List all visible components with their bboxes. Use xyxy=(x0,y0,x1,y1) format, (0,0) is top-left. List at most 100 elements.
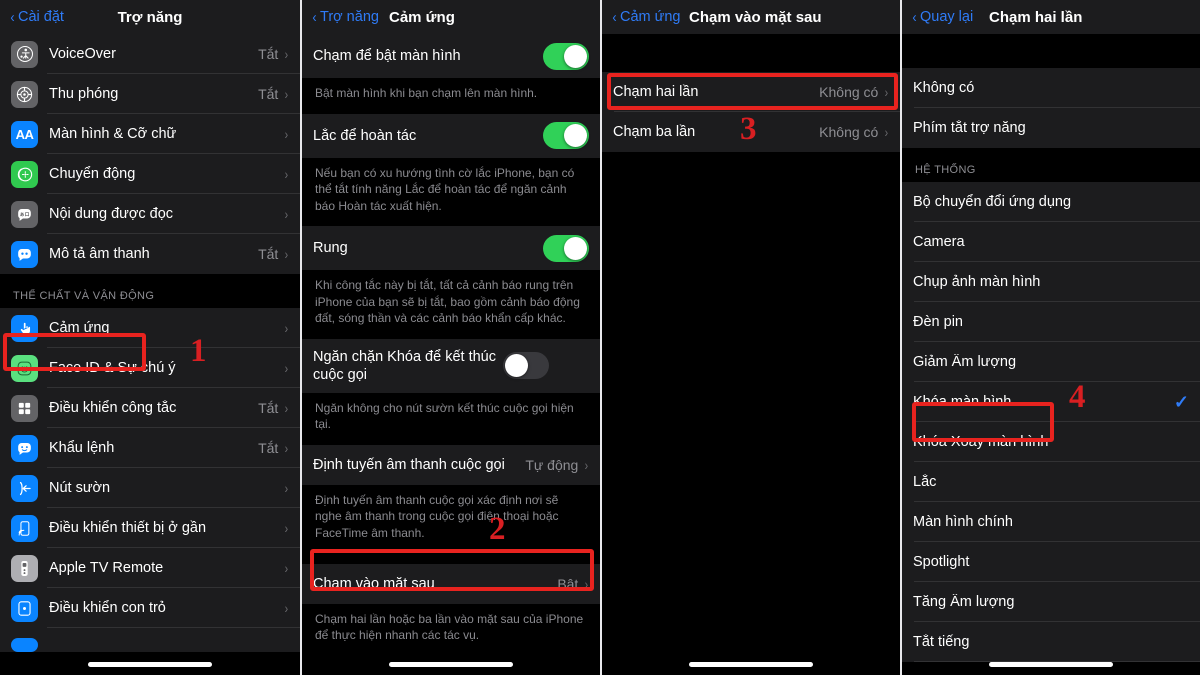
row-label: Khẩu lệnh xyxy=(49,440,115,456)
spoken-content-icon: ぁロ xyxy=(11,200,38,228)
row-back-tap[interactable]: Chạm vào mặt sau Bật › xyxy=(302,563,600,604)
chevron-right-icon: › xyxy=(284,600,289,616)
row-label: Mô tả âm thanh xyxy=(49,246,150,262)
row-label: Màn hình & Cỡ chữ xyxy=(49,126,177,142)
row-option-flashlight[interactable]: Đèn pin xyxy=(902,302,1200,342)
row-label: Đèn pin xyxy=(913,314,963,330)
prevent-lock-end-call-toggle[interactable] xyxy=(503,352,549,380)
footnote-prevent-lock-end-call: Ngăn không cho nút sườn kết thúc cuộc gọ… xyxy=(302,392,600,445)
touch-icon xyxy=(11,314,38,342)
row-label: Tăng Âm lượng xyxy=(913,594,1015,610)
row-option-spotlight[interactable]: Spotlight xyxy=(902,542,1200,582)
back-button-accessibility[interactable]: ‹ Trợ năng xyxy=(312,9,379,25)
back-button-label: Cảm ứng xyxy=(620,9,681,25)
screenshot-root: ‹ Cài đặt Trợ năng VoiceOver Tắt › Thu p… xyxy=(0,0,1200,675)
chevron-right-icon: › xyxy=(284,126,289,142)
row-option-volume-down[interactable]: Giảm Âm lượng xyxy=(902,342,1200,382)
footnote-call-audio-routing: Định tuyến âm thanh cuộc gọi xác định nơ… xyxy=(302,484,600,564)
row-value: Tắt xyxy=(258,440,279,456)
chevron-right-icon: › xyxy=(284,166,289,182)
row-value: Bật xyxy=(557,575,579,592)
step-number-2: 2 xyxy=(489,511,506,547)
shake-to-undo-toggle[interactable] xyxy=(543,122,589,150)
chevron-right-icon: › xyxy=(284,246,289,262)
chevron-right-icon: › xyxy=(884,84,889,100)
row-partial-next[interactable] xyxy=(0,628,300,652)
back-chevron-icon: ‹ xyxy=(10,8,15,26)
row-call-audio-routing[interactable]: Định tuyến âm thanh cuộc gọi Tự động › xyxy=(302,444,600,485)
navbar-back-tap: ‹ Cảm ứng Chạm vào mặt sau xyxy=(602,0,900,34)
row-option-volume-up[interactable]: Tăng Âm lượng xyxy=(902,582,1200,622)
row-label: Chụp ảnh màn hình xyxy=(913,274,1041,290)
row-label: Chạm để bật màn hình xyxy=(313,48,461,64)
back-button-label: Trợ năng xyxy=(320,9,379,25)
step-number-3: 3 xyxy=(740,111,757,147)
home-indicator xyxy=(88,662,212,667)
row-side-button[interactable]: Nút sườn › xyxy=(0,468,300,508)
row-option-none[interactable]: Không có xyxy=(902,68,1200,108)
navbar-double-tap: ‹ Quay lại Chạm hai lần xyxy=(902,0,1200,34)
back-button-label: Cài đặt xyxy=(18,9,64,25)
row-voice-control[interactable]: Khẩu lệnh Tắt › xyxy=(0,428,300,468)
page-title: Cảm ứng xyxy=(389,8,455,26)
home-indicator xyxy=(989,662,1113,667)
row-option-camera[interactable]: Camera xyxy=(902,222,1200,262)
row-faceid-attention[interactable]: Face ID & Sự chú ý › xyxy=(0,348,300,388)
switch-control-icon xyxy=(11,394,38,422)
row-label: Lắc để hoàn tác xyxy=(313,127,417,144)
row-option-shake[interactable]: Lắc xyxy=(902,462,1200,502)
toggle-knob xyxy=(564,124,587,148)
row-tap-to-wake[interactable]: Chạm để bật màn hình xyxy=(302,34,600,78)
back-button-settings[interactable]: ‹ Cài đặt xyxy=(10,9,64,25)
row-option-screenshot[interactable]: Chụp ảnh màn hình xyxy=(902,262,1200,302)
row-value: Không có xyxy=(819,84,879,100)
step-number-1: 1 xyxy=(190,333,207,369)
panel-double-tap: ‹ Quay lại Chạm hai lần Không có Phím tắ… xyxy=(900,0,1200,675)
footnote-tap-to-wake: Bật màn hình khi bạn chạm lên màn hình. xyxy=(302,78,600,114)
row-prevent-lock-end-call[interactable]: Ngăn chặn Khóa để kết thúc cuộc gọi xyxy=(302,338,600,393)
row-option-mute[interactable]: Tắt tiếng xyxy=(902,622,1200,662)
pointer-control-icon xyxy=(11,594,38,622)
row-double-tap[interactable]: Chạm hai lần Không có › xyxy=(602,72,900,112)
chevron-right-icon: › xyxy=(284,320,289,336)
row-voiceover[interactable]: VoiceOver Tắt › xyxy=(0,34,300,74)
row-option-app-switcher[interactable]: Bộ chuyển đổi ứng dụng xyxy=(902,182,1200,222)
row-switch-control[interactable]: Điều khiển công tắc Tắt › xyxy=(0,388,300,428)
row-label: Chạm ba lần xyxy=(613,124,696,140)
row-value: Tắt xyxy=(258,246,279,262)
row-display-text-size[interactable]: AA Màn hình & Cỡ chữ › xyxy=(0,114,300,154)
navbar-accessibility: ‹ Cài đặt Trợ năng xyxy=(0,0,300,34)
panel-touch: ‹ Trợ năng Cảm ứng Chạm để bật màn hình … xyxy=(300,0,600,675)
home-indicator xyxy=(389,662,513,667)
row-label: Khóa màn hình xyxy=(913,394,1012,410)
row-label: Lắc xyxy=(913,474,937,490)
row-option-accessibility-shortcut[interactable]: Phím tắt trợ năng xyxy=(902,108,1200,148)
row-pointer-control[interactable]: Điều khiển con trỏ › xyxy=(0,588,300,628)
checkmark-icon: ✓ xyxy=(1173,392,1189,412)
row-audio-description[interactable]: Mô tả âm thanh Tắt › xyxy=(0,234,300,274)
row-option-lock-screen[interactable]: Khóa màn hình ✓ xyxy=(902,382,1200,422)
row-option-home-screen[interactable]: Màn hình chính xyxy=(902,502,1200,542)
row-vibration[interactable]: Rung xyxy=(302,226,600,271)
tap-to-wake-toggle[interactable] xyxy=(543,42,589,70)
back-button-touch[interactable]: ‹ Cảm ứng xyxy=(612,9,680,25)
row-label: Bộ chuyển đổi ứng dụng xyxy=(913,194,1072,210)
double-tap-system-group: Bộ chuyển đổi ứng dụng Camera Chụp ảnh m… xyxy=(902,182,1200,662)
page-title: Chạm vào mặt sau xyxy=(689,8,822,26)
row-shake-to-undo[interactable]: Lắc để hoàn tác xyxy=(302,113,600,158)
back-button-return[interactable]: ‹ Quay lại xyxy=(912,9,973,25)
row-apple-tv-remote[interactable]: Apple TV Remote › xyxy=(0,548,300,588)
back-chevron-icon: ‹ xyxy=(612,8,617,26)
row-option-rotation-lock[interactable]: Khóa Xoay màn hình xyxy=(902,422,1200,462)
vibration-toggle[interactable] xyxy=(543,234,589,262)
row-zoom[interactable]: Thu phóng Tắt › xyxy=(0,74,300,114)
row-touch[interactable]: Cảm ứng › xyxy=(0,308,300,348)
page-title: Chạm hai lần xyxy=(989,8,1083,26)
row-motion[interactable]: Chuyển động › xyxy=(0,154,300,194)
panel-accessibility: ‹ Cài đặt Trợ năng VoiceOver Tắt › Thu p… xyxy=(0,0,300,675)
svg-text:ぁロ: ぁロ xyxy=(19,211,29,217)
row-spoken-content[interactable]: ぁロ Nội dung được đọc › xyxy=(0,194,300,234)
step-number-4: 4 xyxy=(1069,379,1086,415)
row-nearby-device-control[interactable]: Điều khiển thiết bị ở gần › xyxy=(0,508,300,548)
chevron-right-icon: › xyxy=(584,456,589,473)
